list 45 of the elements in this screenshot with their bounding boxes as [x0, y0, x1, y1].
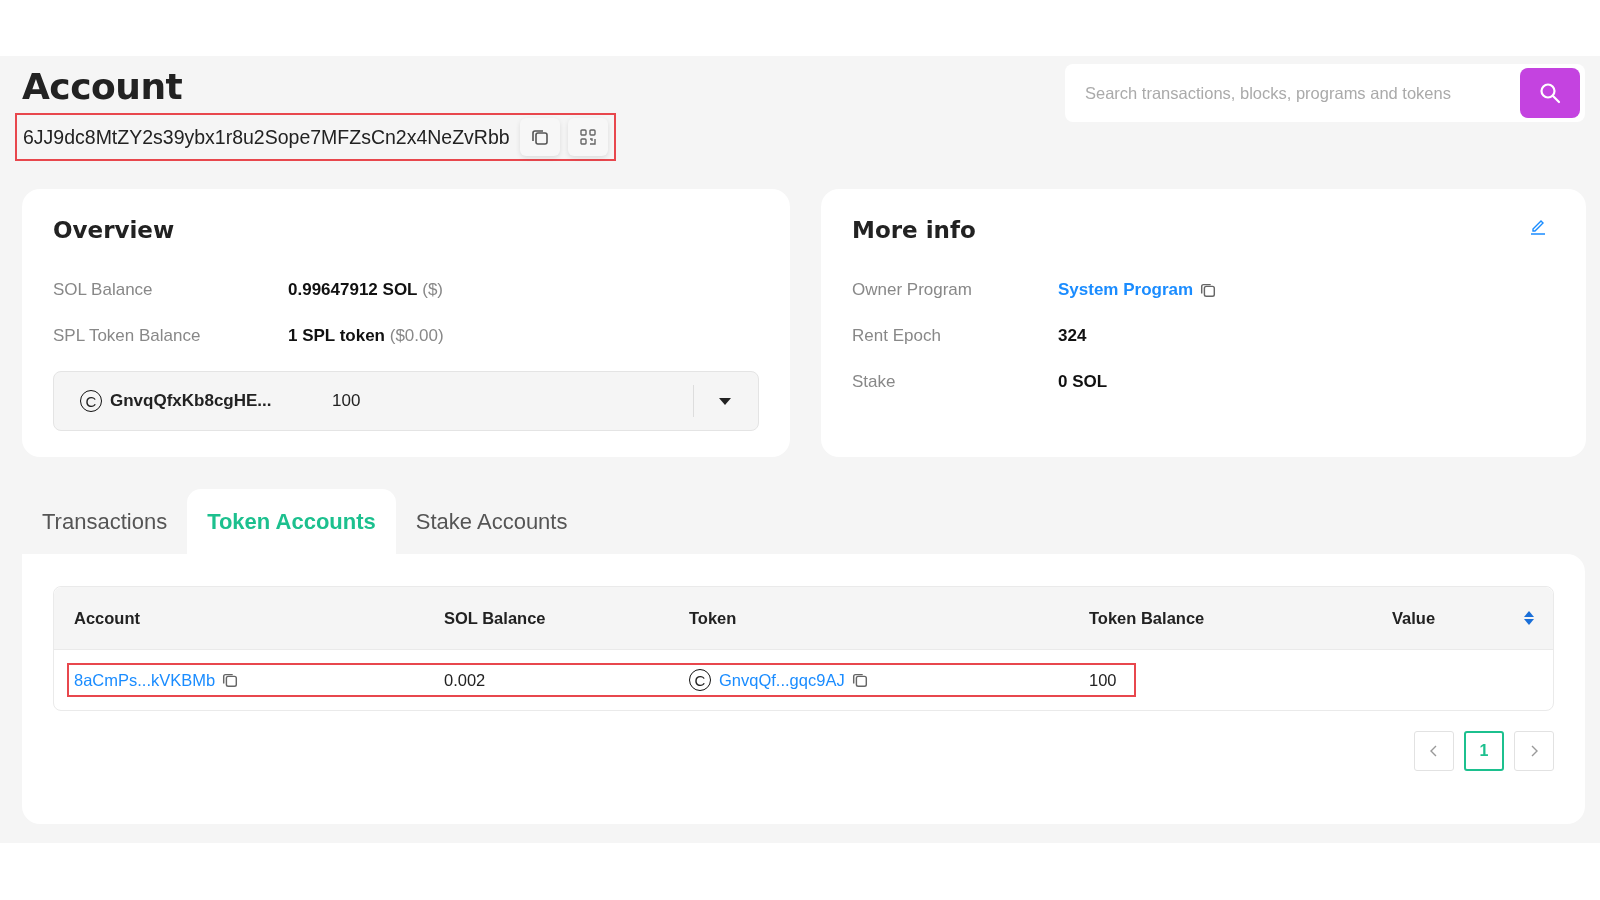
column-header: Value	[1392, 608, 1437, 628]
copy-icon[interactable]	[1199, 281, 1218, 299]
qr-code-icon	[578, 128, 597, 146]
copy-button[interactable]	[519, 118, 560, 156]
field-label: Stake	[852, 372, 897, 392]
field-value: 0.99647912 SOL ($)	[288, 280, 443, 300]
copy-icon	[529, 127, 550, 147]
account-address: 6JJ9dc8MtZY2s39ybx1r8u2Sope7MFZsCn2x4NeZvRbb	[23, 125, 510, 149]
column-header: Account	[74, 608, 141, 628]
column-header: Token	[689, 608, 738, 628]
token-amount: 100	[332, 391, 362, 411]
chevron-left-icon	[1429, 744, 1439, 758]
page-button[interactable]: 1	[1464, 731, 1504, 771]
column-header: SOL Balance	[444, 608, 547, 628]
search-icon	[1538, 81, 1562, 105]
field-label: SPL Token Balance	[53, 326, 202, 346]
field-value: 1 SPL token ($0.00)	[288, 326, 444, 346]
card-title: Overview	[53, 217, 176, 243]
tab[interactable]: Transactions	[22, 489, 188, 554]
search-button[interactable]	[1520, 68, 1580, 118]
chevron-right-icon	[1529, 744, 1539, 758]
page-title: Account	[22, 66, 184, 107]
token-name: GnvqQfxKb8cgHE...	[110, 391, 273, 411]
card-title: More info	[852, 217, 976, 243]
table-cell-text: 0.002	[444, 670, 487, 690]
field-label: SOL Balance	[53, 280, 154, 300]
field-label: Owner Program	[852, 280, 973, 300]
caret-icon	[718, 396, 732, 406]
token-dropdown[interactable]: C GnvqQfxKb8cgHE... 100	[53, 371, 759, 431]
copy-icon[interactable]	[221, 671, 240, 689]
qr-code-button[interactable]	[567, 118, 608, 156]
column-header: Token Balance	[1089, 608, 1206, 628]
program-link[interactable]: System Program	[1058, 280, 1194, 300]
search-input[interactable]: Search transactions, blocks, programs and tokens	[1083, 82, 1520, 104]
account-link[interactable]: 8aCmPs...kVKBMb	[74, 670, 216, 690]
token-link[interactable]: GnvqQf...gqc9AJ	[719, 670, 845, 690]
field-value: 0 SOL	[1058, 372, 1108, 392]
field-value: 324	[1058, 326, 1087, 346]
sort-icon[interactable]	[1523, 610, 1535, 626]
tab[interactable]: Stake Accounts	[395, 489, 588, 554]
tab[interactable]: Token Accounts	[187, 489, 396, 554]
copy-icon[interactable]	[850, 671, 869, 689]
search-field[interactable]: Search transactions, blocks, programs and tokens	[1065, 64, 1585, 122]
field-label: Rent Epoch	[852, 326, 942, 346]
table-cell-text: 100	[1089, 670, 1118, 690]
